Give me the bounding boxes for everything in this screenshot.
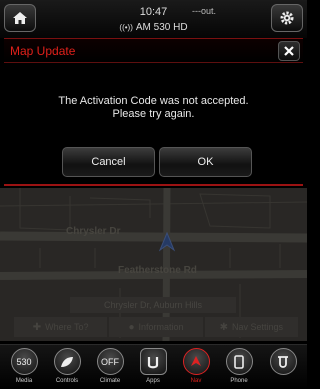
dialog-title: Map Update (10, 44, 76, 58)
dock-item-climate[interactable]: OFF Climate (90, 348, 130, 384)
dock-label-phone: Phone (230, 378, 248, 384)
media-icon: 530 (10, 348, 38, 375)
bottom-dock: 530 Media Controls OFF Climate Apps Nav … (0, 344, 307, 389)
status-bar: 10:47 ---out. ((•)) AM 530 HD (0, 0, 307, 38)
settings-button[interactable] (271, 4, 303, 32)
dock-label-media: Media (15, 378, 33, 384)
nav-icon (182, 348, 210, 375)
dock-item-apps[interactable]: Apps (133, 348, 173, 384)
gear-icon (280, 11, 294, 25)
dock-label-controls: Controls (55, 378, 79, 384)
ok-button[interactable]: OK (159, 147, 252, 177)
clock: 10:47 (139, 6, 168, 18)
map-update-dialog: Map Update The Activation Code was not a… (4, 38, 303, 186)
apps-icon (139, 348, 167, 375)
close-button[interactable] (278, 41, 300, 61)
dock-label-nav: Nav (190, 378, 202, 384)
cancel-button[interactable]: Cancel (62, 147, 155, 177)
dock-item-media[interactable]: 530 Media (4, 348, 44, 384)
dock-label-apps: Apps (146, 378, 160, 384)
dialog-buttons: Cancel OK (62, 147, 252, 177)
dock-item-nav[interactable]: Nav (176, 348, 216, 384)
dock-item-controls[interactable]: Controls (47, 348, 87, 384)
close-icon (284, 46, 294, 56)
dock-label-climate: Climate (99, 378, 121, 384)
map-view: Chrysler Dr Featherstone Rd Chrysler Dr,… (0, 188, 307, 341)
dialog-message-line-1: The Activation Code was not accepted. (58, 95, 249, 107)
dock-item-uconnect[interactable] (263, 348, 303, 378)
dialog-message-line-2: Please try again. (112, 108, 195, 120)
radio-station-label: AM 530 HD (135, 22, 188, 33)
dialog-message: The Activation Code was not accepted. Pl… (4, 95, 303, 121)
controls-icon (53, 348, 81, 375)
map-dim-overlay (0, 188, 307, 341)
dock-item-phone[interactable]: Phone (219, 348, 259, 384)
dialog-header: Map Update (4, 39, 303, 63)
outside-temp: ---out. (192, 6, 217, 16)
antenna-icon: ((•)) (119, 23, 133, 32)
uconnect-icon (269, 348, 297, 375)
climate-icon: OFF (96, 348, 124, 375)
phone-icon (225, 348, 253, 375)
radio-station: ((•)) AM 530 HD (0, 22, 307, 33)
